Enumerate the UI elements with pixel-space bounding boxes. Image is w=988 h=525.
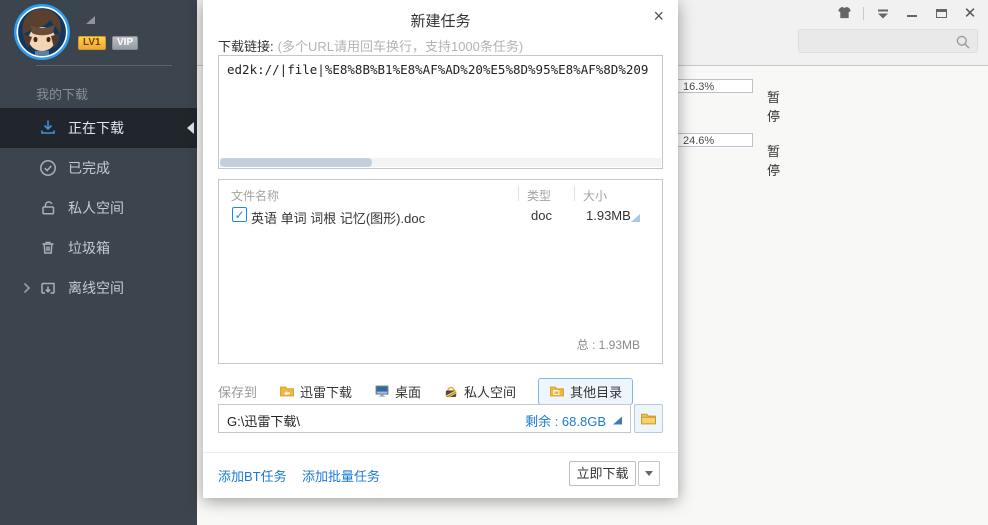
chevron-right-icon [23, 281, 31, 297]
file-type: doc [531, 208, 552, 223]
download-link-hint: (多个URL请用回车换行，支持1000条任务) [277, 39, 524, 54]
footer-divider [203, 452, 678, 453]
file-name: 英语 单词 词根 记忆(图形).doc [251, 211, 426, 226]
sidebar-item-label: 正在下载 [68, 120, 124, 136]
file-checkbox[interactable]: ✓ [232, 207, 247, 222]
horizontal-scrollbar[interactable] [220, 158, 661, 167]
save-option-label: 桌面 [395, 384, 422, 400]
desktop-icon [375, 385, 389, 398]
dialog-title: 新建任务 [410, 13, 471, 30]
sidebar-item-label: 已完成 [68, 160, 110, 176]
check-circle-icon [38, 158, 58, 178]
save-to-row: 保存到 迅雷下载 桌面 私人空间 其他目录 [218, 377, 663, 405]
save-option-label: 其他目录 [570, 384, 623, 400]
sidebar-item-offline-space[interactable]: 离线空间 [0, 268, 197, 308]
save-option-label: 私人空间 [464, 384, 517, 400]
free-space-dropdown[interactable]: 剩余 : 68.8GB [525, 411, 622, 430]
level-badge[interactable]: LV1 [78, 36, 106, 50]
sidebar-item-downloading[interactable]: 正在下载 [0, 108, 197, 148]
column-separator [574, 186, 575, 201]
sidebar-item-trash[interactable]: 垃圾箱 [0, 228, 197, 268]
column-separator [518, 186, 519, 201]
file-table: 文件名称 类型 大小 ✓ 英语 单词 词根 记忆(图形).doc doc 1.9… [218, 179, 663, 364]
offline-box-icon [38, 278, 58, 298]
avatar[interactable] [13, 3, 71, 64]
file-row[interactable]: ✓ 英语 单词 词根 记忆(图形).doc doc 1.93MB [219, 205, 662, 227]
task-status: 暂停 [767, 90, 781, 124]
progress-percent: 24.6% [683, 135, 715, 147]
active-item-marker [187, 122, 194, 134]
size-sort-icon[interactable] [631, 214, 640, 222]
save-option-label: 迅雷下载 [300, 384, 353, 400]
add-bt-task-link[interactable]: 添加BT任务 [218, 466, 287, 485]
save-option-private-space[interactable]: 私人空间 [443, 382, 516, 401]
close-icon[interactable]: ✕ [960, 5, 980, 21]
maximize-icon[interactable] [931, 5, 951, 21]
add-batch-task-link[interactable]: 添加批量任务 [302, 466, 380, 485]
download-link-label: 下载链接: [218, 39, 274, 54]
lock-open-icon [38, 198, 58, 218]
scrollbar-thumb[interactable] [220, 158, 372, 167]
download-options-caret-button[interactable] [638, 461, 660, 486]
column-header-size[interactable]: 大小 [583, 187, 607, 204]
url-textarea[interactable]: ed2k://|file|%E8%8B%B1%E8%AF%AD%20%E5%8D… [218, 55, 663, 169]
download-link-label-row: 下载链接: (多个URL请用回车换行，支持1000条任务) [218, 36, 523, 55]
thunder-folder-icon [280, 386, 294, 397]
column-header-type[interactable]: 类型 [527, 187, 551, 204]
dropdown-triangle-icon [613, 416, 622, 425]
download-arrow-icon [38, 118, 58, 138]
new-task-dialog: 新建任务 × 下载链接: (多个URL请用回车换行，支持1000条任务) ed2k… [203, 0, 678, 498]
dialog-close-icon[interactable]: × [653, 7, 664, 25]
search-icon [956, 35, 970, 49]
save-path-row: G:\迅雷下载\ 剩余 : 68.8GB [218, 404, 663, 433]
save-path-value: G:\迅雷下载\ [227, 414, 300, 429]
progress-percent: 16.3% [683, 81, 715, 93]
sidebar-item-completed[interactable]: 已完成 [0, 148, 197, 188]
trash-icon [38, 238, 58, 258]
search-input[interactable] [798, 29, 978, 53]
theme-shirt-icon[interactable] [834, 5, 854, 21]
url-value: ed2k://|file|%E8%8B%B1%E8%AF%AD%20%E5%8D… [227, 62, 649, 77]
download-now-button[interactable]: 立即下载 [569, 461, 636, 486]
minimize-icon[interactable] [902, 5, 922, 21]
sidebar-item-label: 垃圾箱 [68, 240, 110, 256]
sidebar-item-private-space[interactable]: 私人空间 [0, 188, 197, 228]
sidebar-item-label: 离线空间 [68, 280, 124, 296]
sidebar-item-label: 私人空间 [68, 200, 124, 216]
folder-icon [641, 413, 656, 425]
save-option-thunder-folder[interactable]: 迅雷下载 [279, 382, 352, 401]
window-controls: ✕ [834, 4, 980, 22]
user-menu-caret-icon[interactable] [86, 16, 95, 24]
free-space-label: 剩余 : 68.8GB [525, 414, 606, 429]
browse-folder-button[interactable] [634, 404, 663, 433]
save-to-label: 保存到 [218, 384, 258, 400]
sidebar-divider [36, 65, 172, 66]
sidebar-nav: 正在下载 已完成 私人空间 垃圾箱 离线空间 [0, 108, 197, 308]
save-option-desktop[interactable]: 桌面 [374, 382, 421, 401]
save-option-other-directory[interactable]: 其他目录 [538, 377, 634, 405]
file-size: 1.93MB [586, 208, 631, 223]
private-safe-icon [445, 386, 457, 398]
folder-icon [550, 386, 564, 397]
column-header-name[interactable]: 文件名称 [231, 187, 279, 204]
save-path-input[interactable]: G:\迅雷下载\ 剩余 : 68.8GB [218, 404, 631, 433]
caret-down-icon [645, 471, 653, 476]
total-size: 总 : 1.93MB [576, 338, 640, 352]
task-status: 暂停 [767, 144, 781, 178]
minimize-to-tray-icon[interactable] [873, 5, 893, 21]
sidebar: LV1 VIP 我的下载 正在下载 已完成 私人空间 垃圾箱 离线空间 [0, 0, 197, 525]
vip-badge[interactable]: VIP [112, 36, 139, 50]
sidebar-section-header: 我的下载 [36, 87, 89, 102]
controls-separator [863, 6, 864, 20]
